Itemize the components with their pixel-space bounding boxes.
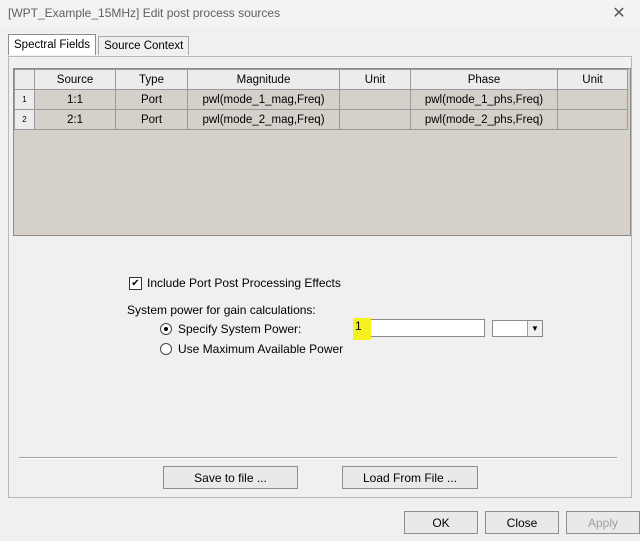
close-button[interactable]: Close bbox=[485, 511, 559, 534]
load-from-file-button[interactable]: Load From File ... bbox=[342, 466, 478, 489]
max-available-power-radio[interactable] bbox=[160, 343, 172, 355]
specify-power-radio[interactable] bbox=[160, 323, 172, 335]
window-title: [WPT_Example_15MHz] Edit post process so… bbox=[8, 6, 281, 20]
tab-spectral-fields[interactable]: Spectral Fields bbox=[8, 34, 97, 55]
power-unit-select[interactable]: ▼ bbox=[492, 320, 543, 337]
tab-strip: Spectral Fields Source Context bbox=[8, 34, 191, 56]
system-power-input[interactable]: 1 bbox=[353, 318, 485, 340]
column-header-type[interactable]: Type bbox=[115, 69, 188, 90]
cell-magnitude[interactable]: pwl(mode_1_mag,Freq) bbox=[187, 89, 340, 110]
corner-cell bbox=[14, 69, 35, 90]
include-port-effects-label: Include Port Post Processing Effects bbox=[147, 276, 341, 290]
cell-type[interactable]: Port bbox=[115, 89, 188, 110]
row-index[interactable]: 2 bbox=[14, 109, 35, 130]
table-row[interactable]: 1 1:1 Port pwl(mode_1_mag,Freq) pwl(mode… bbox=[14, 89, 628, 110]
apply-button[interactable]: Apply bbox=[566, 511, 640, 534]
max-available-power-label: Use Maximum Available Power bbox=[178, 342, 344, 356]
cell-phase[interactable]: pwl(mode_2_phs,Freq) bbox=[410, 109, 558, 130]
cell-phase-unit[interactable] bbox=[557, 109, 628, 130]
cell-source[interactable]: 1:1 bbox=[34, 89, 116, 110]
column-header-phase[interactable]: Phase bbox=[410, 69, 558, 90]
cell-type[interactable]: Port bbox=[115, 109, 188, 130]
cell-source[interactable]: 2:1 bbox=[34, 109, 116, 130]
close-window-icon[interactable]: ✕ bbox=[604, 2, 634, 24]
max-available-power-option[interactable]: Use Maximum Available Power bbox=[160, 342, 343, 356]
cell-phase-unit[interactable] bbox=[557, 89, 628, 110]
include-port-effects-option[interactable]: ✔ Include Port Post Processing Effects bbox=[129, 276, 341, 290]
cell-magnitude[interactable]: pwl(mode_2_mag,Freq) bbox=[187, 109, 340, 130]
column-header-phase-unit[interactable]: Unit bbox=[557, 69, 628, 90]
column-header-magnitude-unit[interactable]: Unit bbox=[339, 69, 411, 90]
chevron-down-icon[interactable]: ▼ bbox=[527, 321, 542, 336]
cell-phase[interactable]: pwl(mode_1_phs,Freq) bbox=[410, 89, 558, 110]
table-row[interactable]: 2 2:1 Port pwl(mode_2_mag,Freq) pwl(mode… bbox=[14, 109, 628, 130]
column-header-source[interactable]: Source bbox=[34, 69, 116, 90]
system-power-value: 1 bbox=[353, 318, 371, 340]
tab-source-context[interactable]: Source Context bbox=[98, 36, 190, 55]
system-power-heading: System power for gain calculations: bbox=[127, 303, 316, 317]
include-port-effects-checkbox[interactable]: ✔ bbox=[129, 276, 142, 290]
row-index[interactable]: 1 bbox=[14, 89, 35, 110]
specify-power-option[interactable]: Specify System Power: bbox=[160, 322, 301, 336]
cell-magnitude-unit[interactable] bbox=[339, 89, 411, 110]
title-bar: [WPT_Example_15MHz] Edit post process so… bbox=[0, 0, 640, 26]
sources-table: Source Type Magnitude Unit Phase Unit 1 … bbox=[14, 69, 628, 130]
ok-button[interactable]: OK bbox=[404, 511, 478, 534]
table-header-row: Source Type Magnitude Unit Phase Unit bbox=[14, 69, 628, 90]
save-to-file-button[interactable]: Save to file ... bbox=[163, 466, 298, 489]
separator bbox=[19, 457, 617, 459]
sources-grid[interactable]: Source Type Magnitude Unit Phase Unit 1 … bbox=[13, 68, 631, 236]
cell-magnitude-unit[interactable] bbox=[339, 109, 411, 130]
specify-power-label: Specify System Power: bbox=[178, 322, 302, 336]
column-header-magnitude[interactable]: Magnitude bbox=[187, 69, 340, 90]
